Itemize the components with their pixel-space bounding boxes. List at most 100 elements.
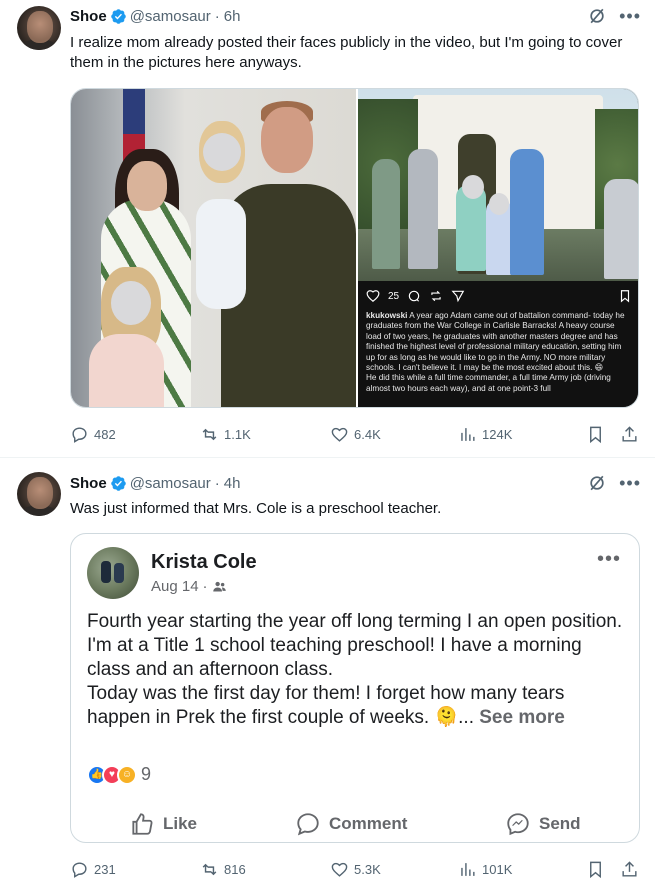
facebook-more-icon: ••• [596,548,621,570]
thumbs-up-icon [132,813,153,835]
view-count: 101K [482,861,513,877]
views-icon [461,862,475,876]
girl-dress [89,334,164,407]
tweet-header: Shoe @samosaur · 6h ••• [70,6,641,26]
avatar[interactable] [17,6,61,50]
caption-body: A year ago Adam came out of battalion co… [366,311,625,373]
bookmark-button[interactable] [586,425,605,444]
reply-button[interactable]: 231 [70,860,116,879]
separator: · [202,578,208,595]
views-icon [461,427,475,441]
facebook-send: Send [505,811,581,837]
bookmark-icon [590,426,601,443]
blurred-face [111,281,151,325]
facebook-avatar [87,547,139,599]
see-more-link: See more [479,707,565,728]
instagram-caption: 25 kkukowski A year ago Adam came out of… [358,281,638,407]
repost-button[interactable]: 1.1K [200,425,251,444]
reply-icon [72,861,87,878]
separator: · [214,474,220,492]
bookmark-button[interactable] [586,860,605,879]
share-icon[interactable] [451,289,465,303]
facebook-comment-label: Comment [329,814,408,833]
more-options-icon[interactable]: ••• [619,474,641,492]
like-button[interactable]: 6.4K [330,425,381,444]
views-button[interactable]: 124K [458,425,512,444]
reaction-count: 9 [141,764,152,784]
bookmark-icon[interactable] [618,289,632,303]
facebook-post-body: Fourth year starting the year off long t… [87,610,625,730]
comment-bubble-icon [297,813,319,836]
instagram-actions: 25 [366,285,632,307]
facebook-post-date: Aug 14 [151,578,199,595]
toddler-body [196,199,246,309]
verified-badge-icon [110,8,127,25]
share-button[interactable] [620,860,639,879]
reply-icon [72,426,87,443]
tweet-actions: 482 1.1K 6.4K 124K [70,422,641,446]
repost-icon [202,863,217,875]
repost-count: 1.1K [224,426,251,442]
blurred-face [489,193,509,215]
blurred-face [462,175,484,199]
reply-count: 231 [94,861,116,877]
separator: · [214,7,220,25]
repost-icon[interactable] [429,289,443,303]
facebook-author-name: Krista Cole [151,551,257,573]
facebook-comment: Comment [295,811,407,837]
friends-audience-icon [212,581,226,592]
messenger-icon [507,813,529,836]
like-button[interactable]: 5.3K [330,860,381,879]
facebook-post-meta: Aug 14 · [151,578,227,595]
tweet-text: I realize mom already posted their faces… [70,34,623,71]
bookmark-icon [590,861,601,878]
author-handle[interactable]: @samosaur [130,475,211,492]
facebook-post-screenshot[interactable]: Krista Cole Aug 14 · ••• Fourth year sta… [70,533,640,843]
author-name[interactable]: Shoe [70,8,107,25]
person [510,149,544,275]
instagram-screenshot[interactable]: 25 kkukowski A year ago Adam came out of… [358,89,638,407]
person [372,159,400,269]
author-name[interactable]: Shoe [70,475,107,492]
timestamp[interactable]: 6h [224,8,241,25]
more-options-icon[interactable]: ••• [619,7,641,25]
author-handle[interactable]: @samosaur [130,8,211,25]
facebook-reactions: 👍 ♥ ☺ 9 [87,764,151,785]
verified-badge-icon [110,475,127,492]
grok-icon[interactable] [587,473,607,493]
tweet[interactable]: Shoe @samosaur · 4h ••• Was just informe… [0,459,655,888]
heart-icon [331,862,348,877]
blurred-face [203,133,241,171]
caption-body-continued: He did this while a full time commander,… [366,373,611,393]
tweet[interactable]: Shoe @samosaur · 6h ••• I realize mom al… [0,0,655,458]
like-count: 6.4K [354,426,381,442]
grok-icon[interactable] [587,6,607,26]
timestamp[interactable]: 4h [224,475,241,492]
repost-count: 816 [224,861,246,877]
reply-button[interactable]: 482 [70,425,116,444]
share-icon [622,425,637,442]
share-button[interactable] [620,425,639,444]
share-icon [622,860,637,877]
reply-count: 482 [94,426,116,442]
care-reaction-icon: ☺ [117,764,137,785]
heart-icon [331,427,348,442]
facebook-like-label: Like [163,814,198,833]
man-face [261,107,313,173]
facebook-actions: Like Comment Send [71,804,639,842]
person [604,179,638,279]
tweet-header: Shoe @samosaur · 4h ••• [70,473,641,493]
like-count: 5.3K [354,861,381,877]
repost-button[interactable]: 816 [200,860,246,879]
family-photo[interactable] [71,89,356,407]
person [408,149,438,269]
heart-icon[interactable] [366,289,380,303]
views-button[interactable]: 101K [458,860,512,879]
avatar[interactable] [17,472,61,516]
tweet-text: Was just informed that Mrs. Cole is a pr… [70,500,442,517]
tweet-actions: 231 816 5.3K 101K [70,857,641,881]
facebook-like: Like [129,811,197,837]
tweet-media[interactable]: 25 kkukowski A year ago Adam came out of… [70,88,639,408]
comment-icon[interactable] [407,289,421,303]
instagram-caption-text: kkukowski A year ago Adam came out of ba… [366,311,632,394]
